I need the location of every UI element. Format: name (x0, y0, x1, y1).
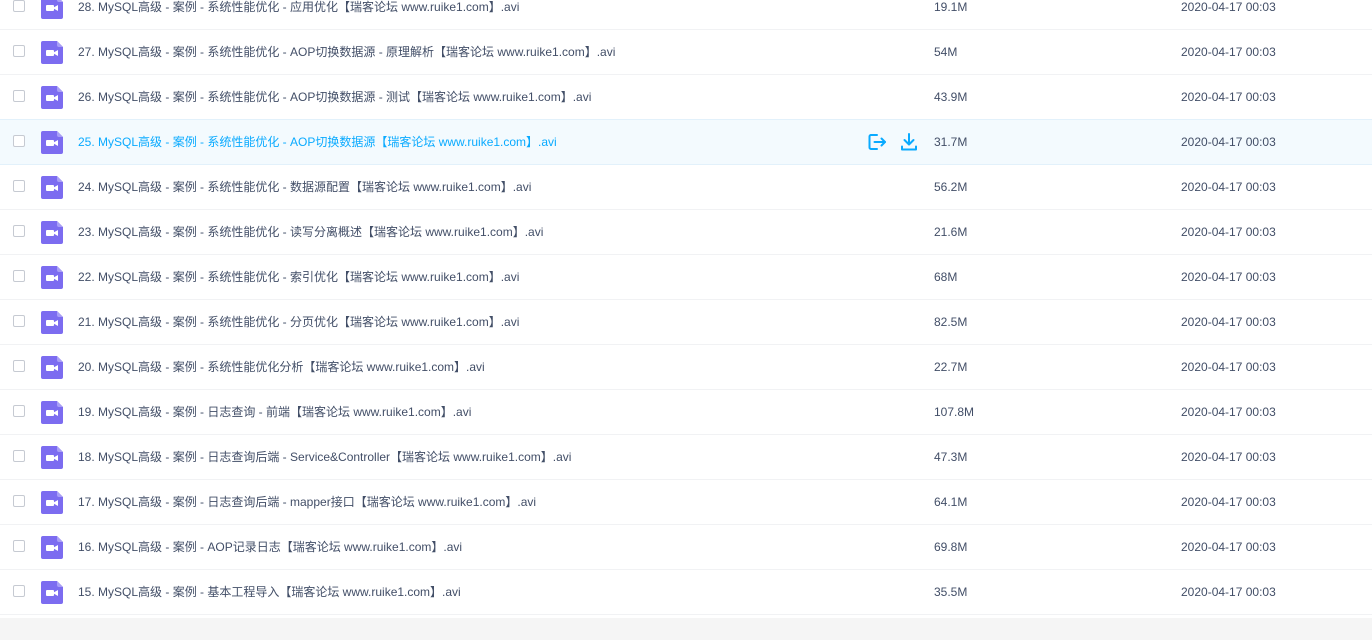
file-row[interactable]: 16. MySQL高级 - 案例 - AOP记录日志【瑞客论坛 www.ruik… (0, 525, 1372, 570)
row-checkbox[interactable] (13, 495, 25, 507)
file-size: 56.2M (934, 180, 968, 194)
file-list: 28. MySQL高级 - 案例 - 系统性能优化 - 应用优化【瑞客论坛 ww… (0, 0, 1372, 615)
video-file-icon (41, 221, 63, 244)
file-name-link[interactable]: 23. MySQL高级 - 案例 - 系统性能优化 - 读写分离概述【瑞客论坛 … (78, 224, 543, 240)
file-row[interactable]: 25. MySQL高级 - 案例 - 系统性能优化 - AOP切换数据源【瑞客论… (0, 119, 1372, 165)
file-date: 2020-04-17 00:03 (1181, 315, 1276, 329)
file-size: 82.5M (934, 315, 968, 329)
file-row[interactable]: 20. MySQL高级 - 案例 - 系统性能优化分析【瑞客论坛 www.rui… (0, 345, 1372, 390)
file-name-link[interactable]: 25. MySQL高级 - 案例 - 系统性能优化 - AOP切换数据源【瑞客论… (78, 134, 557, 150)
row-checkbox[interactable] (13, 540, 25, 552)
video-file-icon (41, 0, 63, 19)
file-size: 31.7M (934, 135, 968, 149)
row-checkbox[interactable] (13, 225, 25, 237)
row-actions (866, 131, 930, 153)
file-name-link[interactable]: 18. MySQL高级 - 案例 - 日志查询后端 - Service&Cont… (78, 449, 571, 465)
file-row[interactable]: 18. MySQL高级 - 案例 - 日志查询后端 - Service&Cont… (0, 435, 1372, 480)
file-name-link[interactable]: 21. MySQL高级 - 案例 - 系统性能优化 - 分页优化【瑞客论坛 ww… (78, 314, 519, 330)
file-row[interactable]: 22. MySQL高级 - 案例 - 系统性能优化 - 索引优化【瑞客论坛 ww… (0, 255, 1372, 300)
file-date: 2020-04-17 00:03 (1181, 135, 1276, 149)
video-file-icon (41, 41, 63, 64)
file-name-link[interactable]: 15. MySQL高级 - 案例 - 基本工程导入【瑞客论坛 www.ruike… (78, 584, 461, 600)
video-file-icon (41, 131, 63, 154)
file-date: 2020-04-17 00:03 (1181, 0, 1276, 14)
video-file-icon (41, 446, 63, 469)
video-file-icon (41, 311, 63, 334)
file-list-viewport[interactable]: 28. MySQL高级 - 案例 - 系统性能优化 - 应用优化【瑞客论坛 ww… (0, 0, 1372, 618)
row-checkbox[interactable] (13, 450, 25, 462)
video-file-icon (41, 176, 63, 199)
file-name-link[interactable]: 17. MySQL高级 - 案例 - 日志查询后端 - mapper接口【瑞客论… (78, 494, 536, 510)
file-name-link[interactable]: 26. MySQL高级 - 案例 - 系统性能优化 - AOP切换数据源 - 测… (78, 89, 591, 105)
download-icon[interactable] (898, 131, 920, 153)
file-name-link[interactable]: 27. MySQL高级 - 案例 - 系统性能优化 - AOP切换数据源 - 原… (78, 44, 615, 60)
row-checkbox[interactable] (13, 180, 25, 192)
file-row[interactable]: 15. MySQL高级 - 案例 - 基本工程导入【瑞客论坛 www.ruike… (0, 570, 1372, 615)
file-name-link[interactable]: 19. MySQL高级 - 案例 - 日志查询 - 前端【瑞客论坛 www.ru… (78, 404, 471, 420)
row-checkbox[interactable] (13, 90, 25, 102)
file-size: 69.8M (934, 540, 968, 554)
file-size: 43.9M (934, 90, 968, 104)
file-row[interactable]: 24. MySQL高级 - 案例 - 系统性能优化 - 数据源配置【瑞客论坛 w… (0, 165, 1372, 210)
file-name-link[interactable]: 22. MySQL高级 - 案例 - 系统性能优化 - 索引优化【瑞客论坛 ww… (78, 269, 519, 285)
video-file-icon (41, 356, 63, 379)
footer-band (0, 618, 1372, 640)
file-date: 2020-04-17 00:03 (1181, 495, 1276, 509)
file-row[interactable]: 27. MySQL高级 - 案例 - 系统性能优化 - AOP切换数据源 - 原… (0, 30, 1372, 75)
row-checkbox[interactable] (13, 360, 25, 372)
file-size: 35.5M (934, 585, 968, 599)
file-date: 2020-04-17 00:03 (1181, 450, 1276, 464)
file-size: 21.6M (934, 225, 968, 239)
file-name-link[interactable]: 28. MySQL高级 - 案例 - 系统性能优化 - 应用优化【瑞客论坛 ww… (78, 0, 519, 15)
file-size: 64.1M (934, 495, 968, 509)
row-checkbox[interactable] (13, 135, 25, 147)
video-file-icon (41, 266, 63, 289)
row-checkbox[interactable] (13, 45, 25, 57)
row-checkbox[interactable] (13, 405, 25, 417)
file-date: 2020-04-17 00:03 (1181, 180, 1276, 194)
file-date: 2020-04-17 00:03 (1181, 585, 1276, 599)
file-size: 107.8M (934, 405, 975, 419)
file-size: 54M (934, 45, 958, 59)
file-date: 2020-04-17 00:03 (1181, 270, 1276, 284)
file-size: 47.3M (934, 450, 968, 464)
file-date: 2020-04-17 00:03 (1181, 360, 1276, 374)
row-checkbox[interactable] (13, 270, 25, 282)
file-date: 2020-04-17 00:03 (1181, 225, 1276, 239)
file-name-link[interactable]: 24. MySQL高级 - 案例 - 系统性能优化 - 数据源配置【瑞客论坛 w… (78, 179, 531, 195)
file-date: 2020-04-17 00:03 (1181, 90, 1276, 104)
file-row[interactable]: 23. MySQL高级 - 案例 - 系统性能优化 - 读写分离概述【瑞客论坛 … (0, 210, 1372, 255)
file-size: 68M (934, 270, 958, 284)
file-size: 19.1M (934, 0, 968, 14)
file-date: 2020-04-17 00:03 (1181, 405, 1276, 419)
file-row[interactable]: 19. MySQL高级 - 案例 - 日志查询 - 前端【瑞客论坛 www.ru… (0, 390, 1372, 435)
file-size: 22.7M (934, 360, 968, 374)
file-row[interactable]: 26. MySQL高级 - 案例 - 系统性能优化 - AOP切换数据源 - 测… (0, 75, 1372, 120)
file-date: 2020-04-17 00:03 (1181, 540, 1276, 554)
file-date: 2020-04-17 00:03 (1181, 45, 1276, 59)
row-checkbox[interactable] (13, 315, 25, 327)
share-out-icon[interactable] (866, 131, 888, 153)
video-file-icon (41, 536, 63, 559)
file-row[interactable]: 17. MySQL高级 - 案例 - 日志查询后端 - mapper接口【瑞客论… (0, 480, 1372, 525)
row-checkbox[interactable] (13, 0, 25, 12)
row-checkbox[interactable] (13, 585, 25, 597)
file-row[interactable]: 21. MySQL高级 - 案例 - 系统性能优化 - 分页优化【瑞客论坛 ww… (0, 300, 1372, 345)
file-row[interactable]: 28. MySQL高级 - 案例 - 系统性能优化 - 应用优化【瑞客论坛 ww… (0, 0, 1372, 30)
video-file-icon (41, 491, 63, 514)
video-file-icon (41, 401, 63, 424)
video-file-icon (41, 86, 63, 109)
file-name-link[interactable]: 16. MySQL高级 - 案例 - AOP记录日志【瑞客论坛 www.ruik… (78, 539, 462, 555)
file-name-link[interactable]: 20. MySQL高级 - 案例 - 系统性能优化分析【瑞客论坛 www.rui… (78, 359, 485, 375)
video-file-icon (41, 581, 63, 604)
